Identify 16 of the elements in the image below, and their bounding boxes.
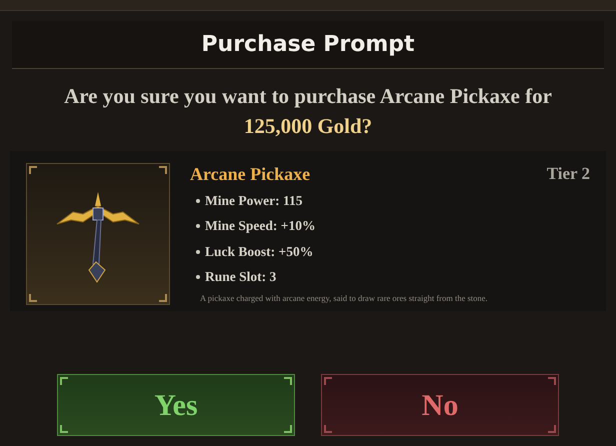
item-name: Arcane Pickaxe bbox=[190, 163, 310, 185]
tier-label: Tier 2 bbox=[546, 163, 590, 185]
stat-line: Mine Power: 115 bbox=[205, 192, 302, 210]
cancel-button[interactable]: No bbox=[321, 374, 559, 436]
bullet-icon bbox=[196, 198, 200, 203]
bullet-icon bbox=[196, 275, 200, 280]
bullet-icon bbox=[196, 224, 200, 228]
stat-line: Mine Speed: +10% bbox=[205, 217, 316, 236]
price-text: 125,000 Gold? bbox=[244, 113, 372, 140]
dialog-title: Purchase Prompt bbox=[201, 31, 415, 59]
bullet-icon bbox=[196, 250, 200, 254]
confirmation-question: Are you sure you want to purchase Arcane Pickaxe for bbox=[64, 83, 552, 110]
stat-line: Luck Boost: +50% bbox=[205, 242, 314, 261]
item-description: A pickaxe charged with arcane energy, said to draw rare ores straight from the stone. bbox=[200, 292, 489, 305]
stat-line: Rune Slot: 3 bbox=[205, 268, 276, 286]
confirm-button[interactable]: Yes bbox=[57, 374, 295, 436]
